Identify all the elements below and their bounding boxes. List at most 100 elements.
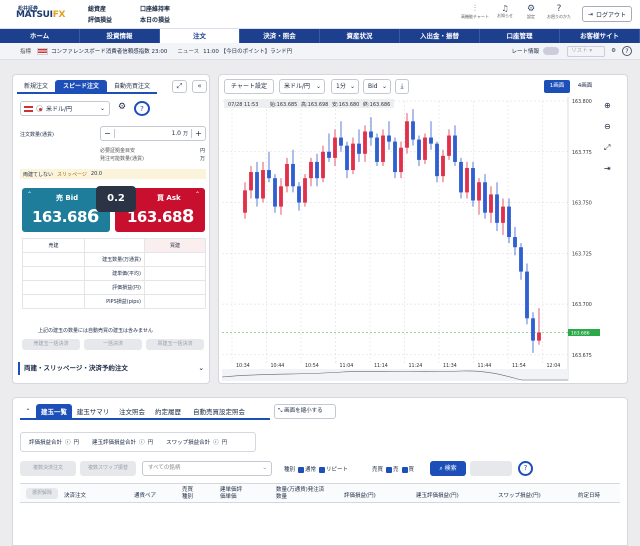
nav-invest-info[interactable]: 投資情報 xyxy=(80,29,160,43)
zoom-in-icon[interactable]: ⊕ xyxy=(604,101,611,110)
chart-pair-select[interactable]: 米ドル/円 ⌄ xyxy=(279,79,325,94)
header-chart-button[interactable]: ⫶ 高機能チャート xyxy=(460,4,490,20)
nav-customer-site[interactable]: お客様サイト xyxy=(560,29,640,43)
row-avg-price: 建単価(平均) xyxy=(84,266,145,281)
chart-side-select[interactable]: Bid ⌄ xyxy=(363,79,391,94)
tab-order-inquiry[interactable]: 注文照会 xyxy=(114,404,150,418)
y-tick-label: 163.750 xyxy=(572,201,592,207)
collapse-up-icon[interactable]: ⌃ xyxy=(20,404,36,418)
rate-info-label: レート情報 xyxy=(511,49,540,55)
spread-value: 0.2 xyxy=(96,186,136,212)
options-section-toggle[interactable]: 両建・スリッページ・決済予約注文 ⌄ xyxy=(18,362,206,375)
x-tick-label: 11:34 xyxy=(443,363,457,369)
ticker-settings-icon[interactable]: ⚙ xyxy=(611,48,616,54)
positions-help-icon[interactable]: ? xyxy=(518,461,533,476)
tab-position-summary[interactable]: 建玉サマリ xyxy=(72,404,114,418)
tab-speed-order[interactable]: スピード注文 xyxy=(55,80,107,92)
zoom-out-icon[interactable]: ⊖ xyxy=(604,122,611,131)
nav-settle[interactable]: 決済・照会 xyxy=(240,29,320,43)
sell-all-settle-button[interactable]: 売建玉一括決済 xyxy=(22,339,80,350)
symbol-filter-select[interactable]: すべての銘柄 ⌄ xyxy=(142,461,272,476)
margin-unit: 円 xyxy=(200,148,206,154)
scroll-end-icon[interactable]: ⇥ xyxy=(604,164,611,173)
nav-transfer[interactable]: 入出金・振替 xyxy=(400,29,480,43)
slippage-label: スリッページ xyxy=(57,171,87,178)
candle xyxy=(399,147,403,173)
tab-positions[interactable]: 建玉一覧 xyxy=(36,404,72,418)
qty-plus-button[interactable]: + xyxy=(191,129,205,138)
candle xyxy=(333,137,337,158)
ticker-help-icon[interactable]: ? xyxy=(622,46,632,56)
collapse-icon[interactable]: « xyxy=(192,80,207,93)
fullscreen-icon[interactable]: ⤢ xyxy=(604,143,610,153)
rate-info-toggle[interactable] xyxy=(543,47,560,55)
bulk-settle-button[interactable]: 複数決済注文 xyxy=(20,461,76,476)
candle xyxy=(351,143,355,171)
qty-input[interactable]: 1.0 xyxy=(115,130,183,137)
currency-pair-select[interactable]: 米ドル/円 ⌄ xyxy=(20,101,110,116)
news-label: ニュース xyxy=(177,49,200,55)
order-options-bar[interactable]: 両建てしない スリッページ 20.0 xyxy=(20,169,206,179)
candle xyxy=(321,151,325,179)
candlestick-chart[interactable]: 163.800 163.775 163.750 163.725 163.700 163.6… xyxy=(222,97,600,381)
side-buy-checkbox[interactable]: 買 xyxy=(401,465,414,473)
swap-total-label: スワップ損益合計 xyxy=(166,440,211,446)
qty-label: 注文数量(通貨) xyxy=(20,132,54,138)
order-help-icon[interactable]: ? xyxy=(134,101,150,116)
ticker-text[interactable]: コンファレンスボード消費者信頼感指数 23:00 xyxy=(51,47,167,55)
chart-settings-button[interactable]: チャート設定 xyxy=(224,79,274,94)
search-button[interactable]: ⌕ 検索 xyxy=(430,461,466,476)
all-settle-button[interactable]: 一括決済 xyxy=(84,339,142,350)
news-text[interactable]: 11:00 【今日のポイント】ランド円 xyxy=(203,47,292,55)
download-icon[interactable]: ⤓ xyxy=(395,79,409,94)
x-tick-label: 11:04 xyxy=(340,363,354,369)
nav-assets[interactable]: 資産状況 xyxy=(320,29,400,43)
chevron-up-icon: ⌃ xyxy=(27,191,33,198)
qty-minus-button[interactable]: − xyxy=(101,129,115,138)
chevron-down-icon: ⌄ xyxy=(262,465,267,471)
four-view-button[interactable]: 4画面 xyxy=(572,80,598,93)
y-tick-label: 163.700 xyxy=(572,302,592,308)
csv-button-disabled[interactable] xyxy=(470,461,512,476)
y-tick-label: 163.725 xyxy=(572,251,592,257)
chart-navigator[interactable] xyxy=(222,369,568,381)
candle xyxy=(267,170,271,179)
buy-all-settle-button[interactable]: 買建玉一括決済 xyxy=(146,339,204,350)
chart-icon: ⫶ xyxy=(473,4,477,14)
deselect-button[interactable]: 選択解除 xyxy=(26,488,58,499)
list-select[interactable]: リスト ▾ xyxy=(567,45,606,57)
order-tabs: 新規注文 スピード注文 自動売買注文 xyxy=(17,80,157,94)
chevron-down-icon: ⌄ xyxy=(381,83,387,90)
header-help-button[interactable]: ? お困りのかた xyxy=(544,4,574,20)
type-repeat-checkbox[interactable]: リピート xyxy=(319,465,348,473)
candle xyxy=(435,143,439,177)
info-icon: ⓘ xyxy=(65,440,71,446)
nav-home[interactable]: ホーム xyxy=(0,29,80,43)
bulk-swap-button[interactable]: 複数スワップ振替 xyxy=(80,461,136,476)
ticker-label: 指標 xyxy=(20,49,32,55)
side-sell-checkbox[interactable]: 売 xyxy=(386,465,399,473)
hedge-option: 両建てしない xyxy=(23,171,54,178)
candle xyxy=(369,131,373,138)
logout-button[interactable]: ⇥ ログアウト xyxy=(582,6,632,22)
ticker-bar: 指標 コンファレンスボード消費者信頼感指数 23:00 ニュース 11:00 【… xyxy=(0,43,640,60)
one-view-button[interactable]: 1画面 xyxy=(544,80,570,93)
tab-new-order[interactable]: 新規注文 xyxy=(17,80,55,92)
nav-account[interactable]: 口座管理 xyxy=(480,29,560,43)
chart-interval-select[interactable]: 1分 ⌄ xyxy=(331,79,359,94)
logo[interactable]: MATSUIFX xyxy=(16,10,65,20)
order-settings-icon[interactable]: ⚙ xyxy=(118,102,126,112)
expand-icon[interactable]: ⤢ xyxy=(172,80,187,93)
col-side-type: 売買種別 xyxy=(182,487,194,500)
tab-trade-history[interactable]: 約定履歴 xyxy=(150,404,186,418)
tab-auto-order[interactable]: 自動売買注文 xyxy=(107,80,157,92)
qty-stepper[interactable]: − 1.0 万 + xyxy=(100,126,206,141)
shrink-screen-button[interactable]: ⤡ 画面を縮小する xyxy=(274,404,336,419)
tab-auto-settings[interactable]: 自動売買設定照会 xyxy=(186,404,252,418)
candle xyxy=(309,161,313,179)
candle xyxy=(243,190,247,213)
type-normal-checkbox[interactable]: 通常 xyxy=(298,465,316,473)
header-settings-button[interactable]: ⚙ 設定 xyxy=(516,4,546,20)
nav-order[interactable]: 注文 xyxy=(160,29,240,43)
candle xyxy=(519,247,523,272)
